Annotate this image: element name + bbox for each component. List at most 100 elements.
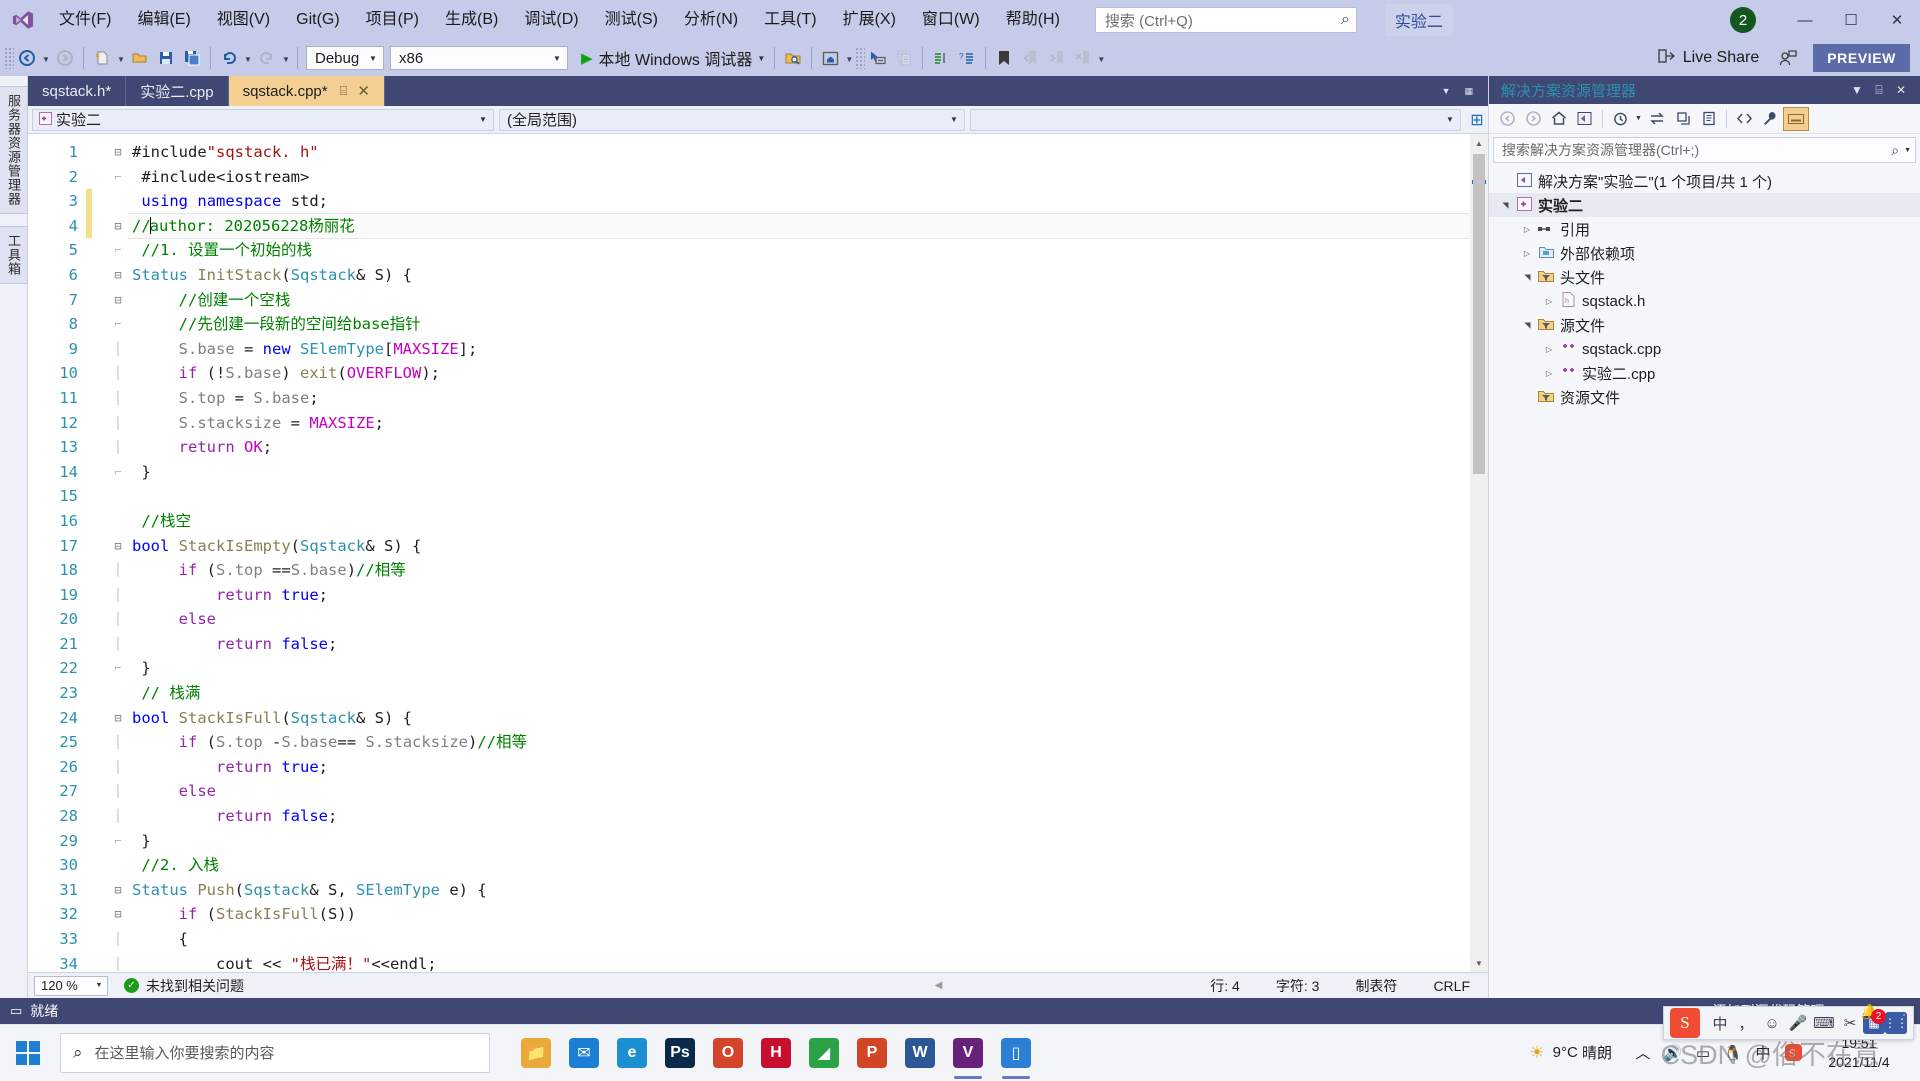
chevron-expand-icon[interactable]: ▷	[1541, 297, 1557, 306]
taskbar-app-visual-studio[interactable]: V	[944, 1025, 992, 1081]
taskbar-app-word[interactable]: W	[896, 1025, 944, 1081]
code-line[interactable]: else	[128, 779, 1470, 804]
code-line[interactable]: S.base = new SElemType[MAXSIZE];	[128, 337, 1470, 362]
tree-item[interactable]: ▷ h sqstack.h	[1489, 289, 1920, 313]
chevron-expand-icon[interactable]: ▷	[1541, 369, 1557, 378]
tree-item[interactable]: ◢ 实验二	[1489, 193, 1920, 217]
error-summary[interactable]: ✓ 未找到相关问题	[124, 976, 244, 996]
fold-toggle[interactable]: ⊟	[108, 263, 128, 288]
tree-item[interactable]: ◢ 头文件	[1489, 265, 1920, 289]
code-line[interactable]: if (!S.base) exit(OVERFLOW);	[128, 361, 1470, 386]
uncomment-icon[interactable]: ?	[954, 45, 980, 71]
menu-build[interactable]: 生成(B)	[432, 0, 511, 40]
bookmark-icon[interactable]	[991, 45, 1017, 71]
menu-debug[interactable]: 调试(D)	[511, 0, 591, 40]
tab-sqstack-cpp[interactable]: sqstack.cpp* ⌸ ✕	[228, 76, 385, 106]
menu-analyze[interactable]: 分析(N)	[671, 0, 751, 40]
project-scope-combo[interactable]: 实验二 ▼	[32, 108, 494, 131]
code-line[interactable]: return true;	[128, 755, 1470, 780]
close-icon[interactable]: ✕	[1890, 83, 1912, 97]
scroll-left-icon[interactable]: ◀	[935, 980, 943, 991]
tree-item[interactable]: ◢ 源文件	[1489, 313, 1920, 337]
start-debugging-button[interactable]: ▶ 本地 Windows 调试器 ▼	[577, 45, 769, 71]
sync-icon[interactable]	[1644, 107, 1670, 131]
solution-explorer-search[interactable]: 搜索解决方案资源管理器(Ctrl+;) ⌕ ▼	[1493, 137, 1916, 163]
taskbar-app-office[interactable]: O	[704, 1025, 752, 1081]
tree-item[interactable]: 资源文件	[1489, 385, 1920, 409]
windows-start-icon[interactable]	[0, 1025, 56, 1081]
tab-sqstack-h[interactable]: sqstack.h*	[28, 76, 127, 106]
tab-list-dropdown-icon[interactable]: ▼	[1442, 86, 1451, 96]
taskbar-app-edge-browser[interactable]: e	[608, 1025, 656, 1081]
solution-icon[interactable]	[1572, 107, 1598, 131]
code-line[interactable]: Status InitStack(Sqstack& S) {	[128, 263, 1470, 288]
menu-view[interactable]: 视图(V)	[204, 0, 283, 40]
taskbar-app-wechat-dev[interactable]: ◢	[800, 1025, 848, 1081]
taskbar-app-mail[interactable]: ✉	[560, 1025, 608, 1081]
menu-test[interactable]: 测试(S)	[592, 0, 671, 40]
save-all-icon[interactable]	[179, 45, 205, 71]
home-icon[interactable]	[1546, 107, 1572, 131]
navigate-back-icon[interactable]	[14, 45, 40, 71]
code-line[interactable]: if (StackIsFull(S))	[128, 902, 1470, 927]
code-line[interactable]: S.stacksize = MAXSIZE;	[128, 411, 1470, 436]
toolbar-overflow-icon[interactable]: ▼	[1095, 45, 1107, 71]
fold-toggle[interactable]: ⊟	[108, 214, 128, 239]
show-all-files-icon[interactable]	[1731, 107, 1757, 131]
scroll-up-icon[interactable]: ▲	[1470, 134, 1488, 152]
microphone-icon[interactable]: 🎤	[1785, 1008, 1811, 1038]
preview-selected-items-icon[interactable]	[1783, 106, 1809, 131]
code-line[interactable]: else	[128, 607, 1470, 632]
comment-icon[interactable]	[928, 45, 954, 71]
pin-icon[interactable]: ⌸	[1868, 83, 1890, 98]
pin-icon[interactable]: ⌸	[340, 83, 348, 99]
chevron-collapse-icon[interactable]: ◢	[1523, 269, 1532, 285]
scrollbar-thumb[interactable]	[1473, 154, 1485, 474]
taskbar-app-huawei-share[interactable]: H	[752, 1025, 800, 1081]
tree-item[interactable]: ▷ 引用	[1489, 217, 1920, 241]
toggle-tools-icon[interactable]: ▦	[1464, 86, 1473, 97]
navigate-back-dropdown-icon[interactable]: ▼	[40, 45, 52, 71]
comma-icon[interactable]: ，	[1733, 1008, 1759, 1038]
chevron-up-icon[interactable]: ︿	[1628, 1025, 1658, 1081]
code-line[interactable]: return false;	[128, 632, 1470, 657]
code-line[interactable]: }	[128, 829, 1470, 854]
fold-toggle[interactable]: ⊟	[108, 140, 128, 165]
maximize-icon[interactable]: ☐	[1828, 0, 1874, 40]
code-line[interactable]: #include"sqstack. h"	[128, 140, 1470, 165]
taskbar-search-input[interactable]: ⌕ 在这里输入你要搜索的内容	[60, 1032, 490, 1073]
type-scope-combo[interactable]: (全局范围) ▼	[499, 108, 965, 131]
code-line[interactable]: bool StackIsEmpty(Sqstack& S) {	[128, 534, 1470, 559]
code-line[interactable]: return true;	[128, 583, 1470, 608]
code-line[interactable]: //author: 202056228杨丽花	[128, 212, 1470, 240]
sidebar-item-server-explorer[interactable]: 服务器资源管理器	[0, 86, 28, 214]
taskbar-app-photoshop[interactable]: Ps	[656, 1025, 704, 1081]
undo-dropdown-icon[interactable]: ▼	[242, 45, 254, 71]
taskbar-app-powerpoint[interactable]: P	[848, 1025, 896, 1081]
code-line[interactable]: }	[128, 656, 1470, 681]
code-line[interactable]: {	[128, 927, 1470, 952]
taskbar-app-window-app[interactable]: ▯	[992, 1025, 1040, 1081]
split-view-icon[interactable]: ⊞	[1466, 110, 1488, 130]
fold-toggle[interactable]: ⊟	[108, 706, 128, 731]
menu-edit[interactable]: 编辑(E)	[124, 0, 203, 40]
tree-item[interactable]: ▷ 实验二.cpp	[1489, 361, 1920, 385]
tree-item[interactable]: ▷ sqstack.cpp	[1489, 337, 1920, 361]
code-line[interactable]: //2. 入栈	[128, 853, 1470, 878]
pending-changes-icon[interactable]	[1607, 107, 1633, 131]
code-line[interactable]: //创建一个空栈	[128, 288, 1470, 313]
save-icon[interactable]	[153, 45, 179, 71]
close-icon[interactable]: ✕	[1874, 0, 1920, 40]
code-line[interactable]: if (S.top ==S.base)//相等	[128, 558, 1470, 583]
menu-tools[interactable]: 工具(T)	[751, 0, 829, 40]
tree-item[interactable]: ▷ 外部依赖项	[1489, 241, 1920, 265]
scroll-down-icon[interactable]: ▼	[1470, 954, 1488, 972]
chevron-down-icon[interactable]: ▼	[1904, 147, 1911, 154]
search-in-folder-icon[interactable]	[780, 45, 806, 71]
fold-toggle[interactable]: ⊟	[108, 878, 128, 903]
menu-extensions[interactable]: 扩展(X)	[830, 0, 909, 40]
ime-mode-label[interactable]: 中	[1707, 1008, 1733, 1038]
code-line[interactable]	[128, 484, 1470, 509]
fold-toggle[interactable]: ⊟	[108, 534, 128, 559]
weather-widget[interactable]: ☀ 9°C 晴朗	[1529, 1042, 1612, 1063]
